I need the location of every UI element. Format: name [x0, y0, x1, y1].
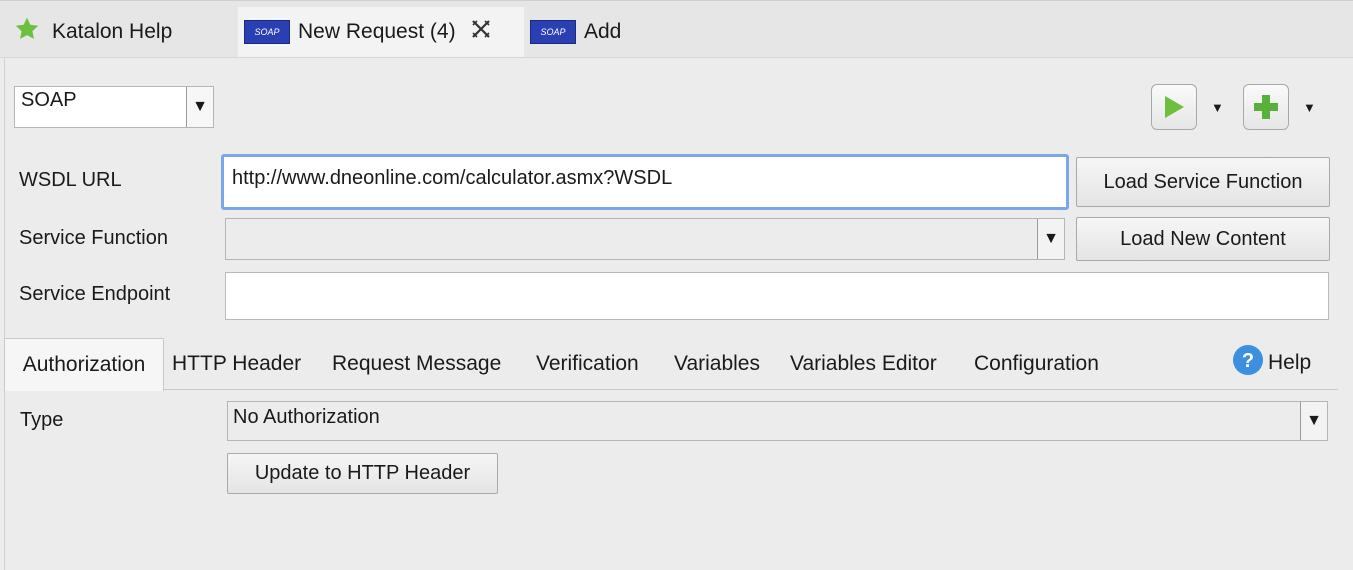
- service-function-label: Service Function: [19, 227, 168, 249]
- wsdl-url-input[interactable]: http://www.dneonline.com/calculator.asmx…: [221, 154, 1069, 210]
- star-icon: [14, 16, 40, 48]
- service-function-value: [226, 219, 1037, 259]
- play-icon: [1165, 96, 1184, 118]
- add-menu-caret-icon[interactable]: ▼: [1303, 100, 1316, 115]
- chevron-down-icon[interactable]: ▼: [1037, 219, 1064, 259]
- tab-configuration[interactable]: Configuration: [974, 338, 1099, 390]
- tab-label: Add: [584, 20, 622, 43]
- load-service-function-button[interactable]: Load Service Function: [1076, 157, 1330, 207]
- request-subtabs: Authorization HTTP Header Request Messag…: [4, 338, 1338, 391]
- plus-icon: [1254, 95, 1278, 119]
- chevron-down-icon[interactable]: ▼: [186, 87, 213, 127]
- help-button[interactable]: ? Help: [1232, 338, 1311, 388]
- editor-tab-bar: Katalon Help SOAP New Request (4) SOAP A…: [0, 0, 1353, 58]
- help-label: Help: [1268, 351, 1312, 374]
- chevron-down-icon[interactable]: ▼: [1300, 402, 1327, 440]
- request-type-select[interactable]: SOAP ▼: [14, 86, 214, 128]
- service-endpoint-label: Service Endpoint: [19, 283, 171, 305]
- auth-type-label: Type: [20, 409, 64, 431]
- auth-type-select[interactable]: No Authorization ▼: [227, 401, 1328, 441]
- soap-icon: SOAP: [244, 20, 290, 44]
- tab-katalon-help[interactable]: Katalon Help: [8, 7, 228, 57]
- tab-label: New Request (4): [298, 20, 456, 43]
- auth-type-value: No Authorization: [233, 406, 380, 428]
- wsdl-url-label: WSDL URL: [19, 169, 122, 191]
- request-type-value: SOAP: [21, 89, 77, 111]
- load-new-content-button[interactable]: Load New Content: [1076, 217, 1330, 261]
- svg-text:?: ?: [1242, 350, 1254, 372]
- add-button[interactable]: [1243, 84, 1289, 130]
- tab-variables[interactable]: Variables: [674, 338, 760, 390]
- service-endpoint-input[interactable]: [225, 272, 1329, 320]
- wsdl-url-value: http://www.dneonline.com/calculator.asmx…: [232, 167, 673, 189]
- tab-authorization[interactable]: Authorization: [4, 338, 164, 391]
- run-menu-caret-icon[interactable]: ▼: [1211, 100, 1224, 115]
- tab-label: Katalon Help: [52, 20, 173, 43]
- help-icon: ?: [1232, 344, 1264, 382]
- tab-new-request[interactable]: SOAP New Request (4): [238, 7, 524, 57]
- close-icon[interactable]: [470, 18, 492, 46]
- update-http-header-button[interactable]: Update to HTTP Header: [227, 453, 498, 494]
- run-button[interactable]: [1151, 84, 1197, 130]
- tab-add[interactable]: SOAP Add: [530, 7, 650, 57]
- tab-variables-editor[interactable]: Variables Editor: [790, 338, 937, 390]
- tab-http-header[interactable]: HTTP Header: [172, 338, 301, 390]
- soap-icon: SOAP: [530, 20, 576, 44]
- tab-verification[interactable]: Verification: [536, 338, 639, 390]
- service-function-select[interactable]: ▼: [225, 218, 1065, 260]
- tab-request-message[interactable]: Request Message: [332, 338, 501, 390]
